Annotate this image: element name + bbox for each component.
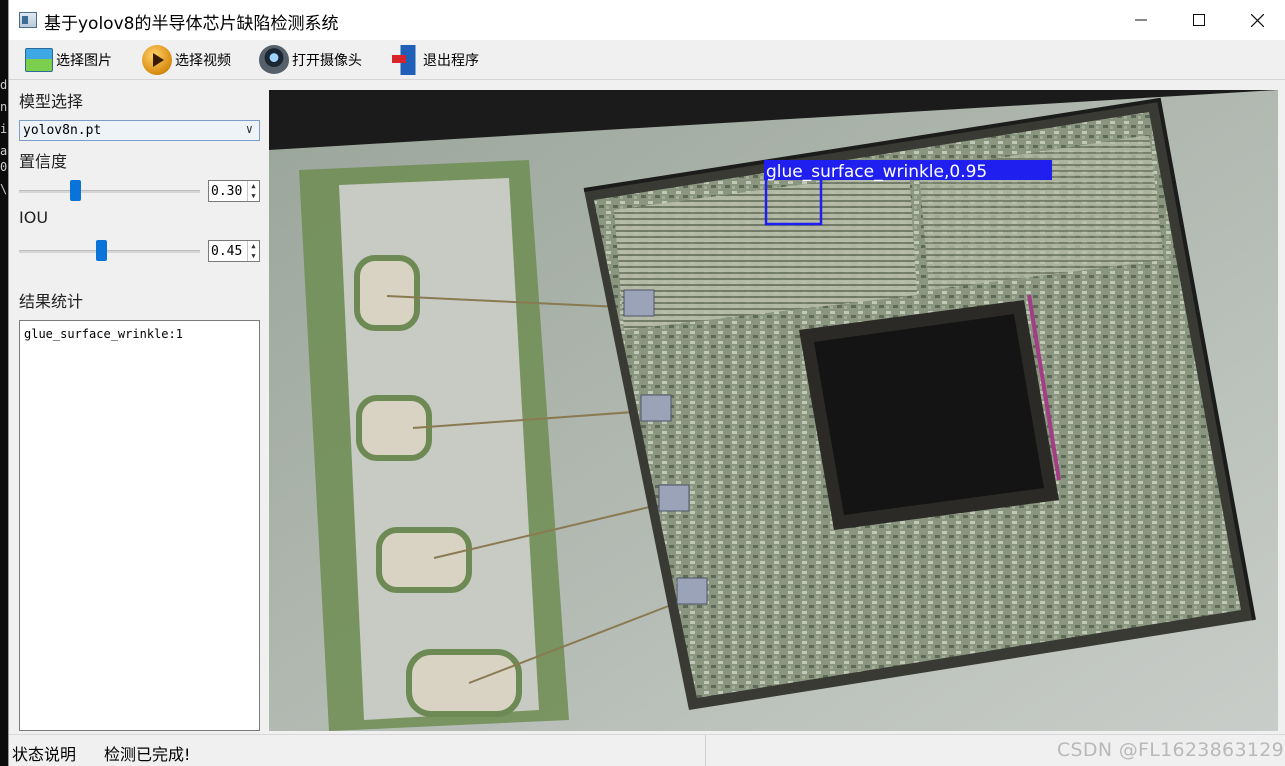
spin-arrows-icon[interactable]: ▲ ▼: [247, 181, 259, 201]
iou-label: IOU: [19, 208, 49, 227]
model-select-dropdown[interactable]: yolov8n.pt ∨: [19, 120, 260, 141]
picture-icon: [25, 48, 53, 72]
maximize-icon: [1193, 14, 1205, 26]
confidence-slider[interactable]: [19, 179, 200, 203]
confidence-slider-handle[interactable]: [70, 180, 81, 201]
confidence-spinbox[interactable]: 0.30 ▲ ▼: [208, 180, 260, 202]
watermark: CSDN @FL1623863129: [1056, 739, 1284, 761]
detection-image: glue_surface_wrinkle,0.95: [269, 90, 1278, 731]
iou-spinbox-value: 0.45: [211, 244, 243, 259]
chip-xray-image: glue_surface_wrinkle,0.95: [269, 90, 1278, 731]
window-title: 基于yolov8的半导体芯片缺陷检测系统: [44, 14, 339, 34]
status-label: 状态说明: [12, 745, 77, 764]
iou-slider-track: [19, 250, 200, 253]
exit-program-label: 退出程序: [423, 53, 479, 69]
model-select-value: yolov8n.pt: [23, 123, 102, 138]
iou-spinbox[interactable]: 0.45 ▲ ▼: [208, 240, 260, 262]
exit-program-button[interactable]: 退出程序: [390, 44, 479, 76]
results-textbox[interactable]: glue_surface_wrinkle:1: [19, 320, 260, 731]
play-icon: [142, 45, 172, 75]
webcam-icon: [259, 45, 289, 75]
confidence-spinbox-value: 0.30: [211, 184, 243, 199]
maximize-button[interactable]: [1170, 0, 1228, 40]
confidence-slider-track: [19, 190, 200, 193]
exit-door-icon: [390, 45, 420, 75]
close-button[interactable]: [1228, 0, 1285, 40]
toolbar: 选择图片 选择视频 打开摄像头 退出程序: [9, 40, 1285, 80]
minimize-button[interactable]: [1112, 0, 1170, 40]
app-icon: [19, 12, 37, 28]
select-video-button[interactable]: 选择视频: [142, 44, 231, 76]
detection-label: glue_surface_wrinkle,0.95: [766, 162, 987, 182]
close-icon: [1250, 13, 1264, 27]
iou-slider-handle[interactable]: [95, 240, 107, 261]
results-label: 结果统计: [19, 292, 84, 311]
confidence-label: 置信度: [19, 152, 68, 171]
open-camera-label: 打开摄像头: [292, 53, 362, 69]
open-camera-button[interactable]: 打开摄像头: [259, 44, 362, 76]
app-window: 基于yolov8的半导体芯片缺陷检测系统 选择图片 选择视频 打开摄像头 退出程…: [8, 0, 1285, 766]
status-bar: 状态说明 检测已完成! CSDN @FL1623863129: [9, 734, 1285, 766]
status-divider: [705, 735, 706, 766]
status-message: 检测已完成!: [104, 745, 191, 764]
select-image-label: 选择图片: [56, 53, 112, 69]
spin-arrows-icon[interactable]: ▲ ▼: [247, 241, 259, 261]
title-bar[interactable]: 基于yolov8的半导体芯片缺陷检测系统: [9, 0, 1285, 40]
chevron-down-icon: ∨: [245, 122, 253, 136]
select-video-label: 选择视频: [175, 53, 231, 69]
iou-slider[interactable]: [19, 239, 200, 263]
results-text: glue_surface_wrinkle:1: [24, 327, 183, 341]
select-image-button[interactable]: 选择图片: [25, 44, 112, 76]
model-select-label: 模型选择: [19, 92, 84, 111]
minimize-icon: [1135, 19, 1147, 21]
